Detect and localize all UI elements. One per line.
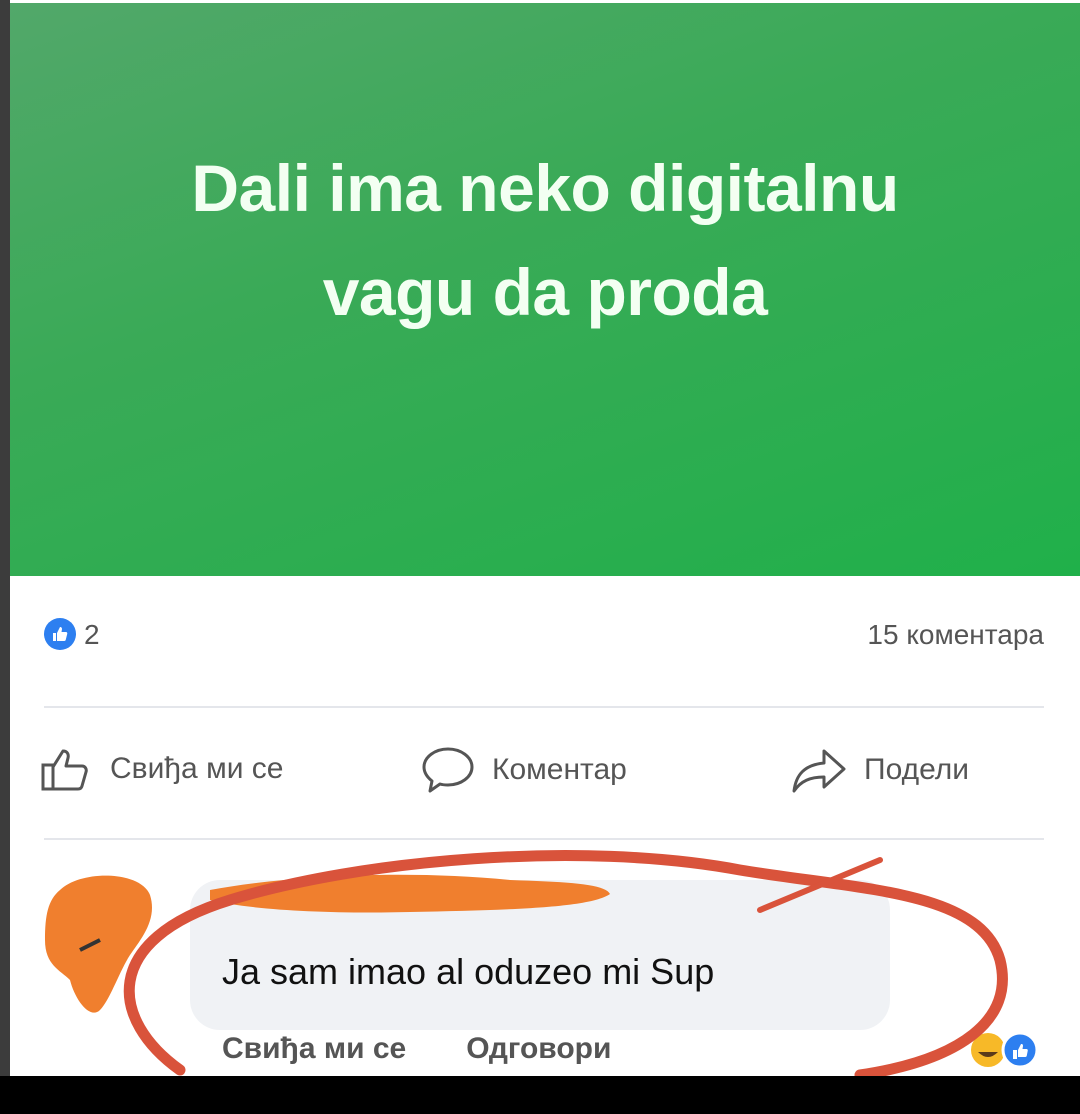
share-button-label: Подели	[864, 753, 970, 786]
comment-bubble-icon	[422, 747, 474, 793]
comment: Ja sam imao al oduzeo mi Sup Свиђа ми се…	[0, 850, 1080, 1076]
divider	[44, 706, 1044, 708]
like-count[interactable]: 2	[84, 618, 100, 652]
post-stats: 2 15 коментара	[44, 618, 1044, 658]
comment-button[interactable]: Коментар	[420, 745, 627, 795]
comment-text: Ja sam imao al oduzeo mi Sup	[222, 951, 715, 992]
comment-actions: Свиђа ми се Одговори	[222, 1032, 611, 1066]
laugh-reaction-icon	[971, 1033, 1005, 1067]
share-button[interactable]: Подели	[790, 745, 969, 795]
comment-reactions[interactable]	[958, 1030, 1048, 1070]
post-text-background[interactable]: Dali ima neko digitalnu vagu da proda	[10, 3, 1080, 576]
comment-reply-button[interactable]: Одговори	[466, 1032, 611, 1066]
redacted-name	[210, 874, 610, 913]
comment-like-button[interactable]: Свиђа ми се	[222, 1032, 406, 1066]
screenshot-frame: Dali ima neko digitalnu vagu da proda 2 …	[0, 0, 1080, 1076]
share-arrow-icon	[792, 749, 846, 793]
like-reaction-icon[interactable]	[44, 618, 76, 650]
comments-count[interactable]: 15 коментара	[867, 618, 1044, 652]
like-button[interactable]: Свиђа ми се	[40, 745, 283, 793]
like-button-label: Свиђа ми се	[110, 752, 284, 785]
avatar[interactable]	[40, 870, 160, 1020]
post-headline: Dali ima neko digitalnu vagu da proda	[191, 150, 899, 329]
thumbs-up-icon	[41, 749, 88, 791]
divider	[44, 838, 1044, 840]
comment-button-label: Коментар	[492, 753, 627, 786]
post-actions-bar: Свиђа ми се Коментар Подели	[0, 745, 1080, 805]
